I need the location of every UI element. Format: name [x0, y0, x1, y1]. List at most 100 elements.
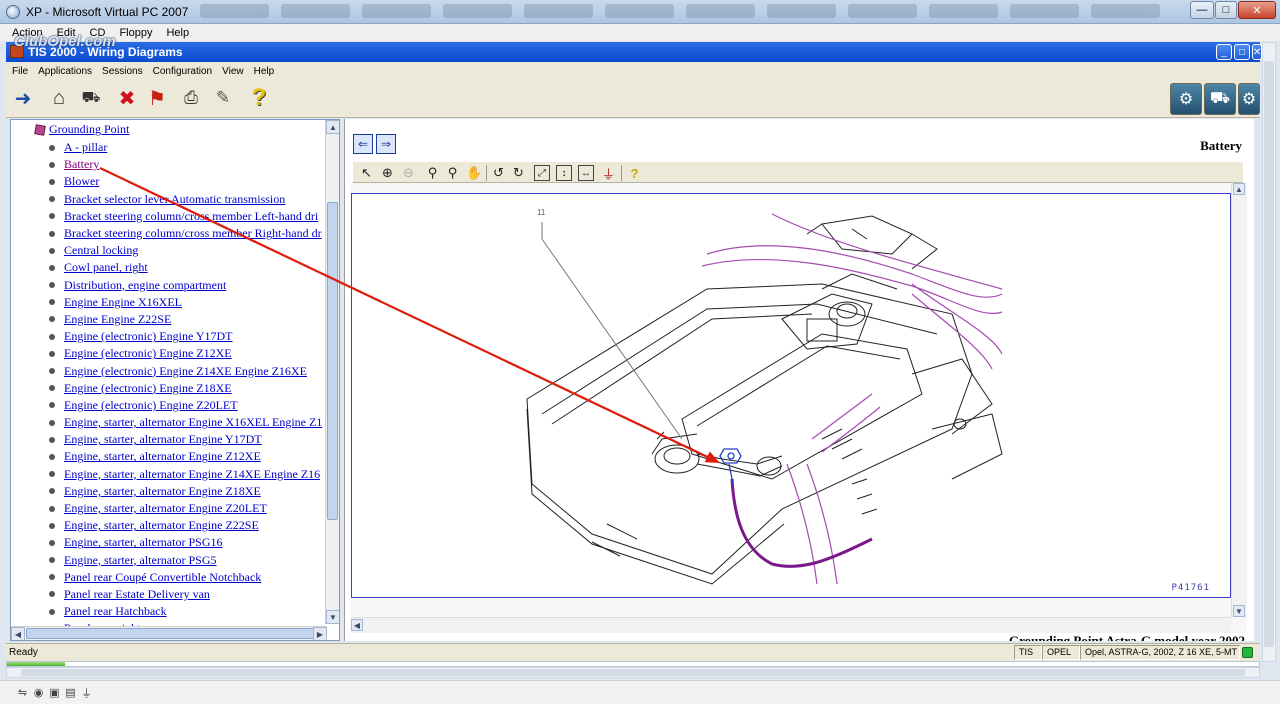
vehicle-icon[interactable]: ⛟ [1204, 83, 1236, 115]
tree-item-link[interactable]: Engine (electronic) Engine Z18XE [64, 381, 232, 396]
tree-item[interactable]: Distribution, engine compartment [49, 277, 325, 294]
tree-item-link[interactable]: Panel rear Coupé Convertible Notchback [64, 570, 261, 585]
menu-file[interactable]: File [12, 66, 28, 77]
menu-view[interactable]: View [222, 66, 244, 77]
tree-item-link[interactable]: Engine Engine X16XEL [64, 295, 182, 310]
tree-item-link[interactable]: Engine, starter, alternator Engine X16XE… [64, 415, 322, 430]
zoom-out-icon[interactable]: ⊖ [399, 164, 418, 182]
tree-item-link[interactable]: Engine, starter, alternator Engine Z20LE… [64, 501, 267, 516]
tree-item[interactable]: Bracket selector lever Automatic transmi… [49, 191, 325, 208]
tree-item-link[interactable]: Bracket selector lever Automatic transmi… [64, 192, 285, 207]
tree-item[interactable]: Panel rear Coupé Convertible Notchback [49, 569, 325, 586]
app-maximize-button[interactable]: □ [1234, 44, 1250, 60]
host-vertical-scrollbar[interactable] [1262, 42, 1276, 662]
tree-item[interactable]: Engine, starter, alternator PSG16 [49, 534, 325, 551]
tree-item[interactable]: Battery [49, 156, 325, 173]
scroll-right-arrow[interactable]: ▶ [313, 627, 327, 640]
scroll-down-arrow[interactable]: ▼ [326, 610, 339, 624]
floppy-icon[interactable]: ▣ [48, 686, 61, 699]
scroll-up-arrow[interactable]: ▲ [1233, 183, 1245, 195]
host-menu-help[interactable]: Help [166, 27, 189, 39]
tree-item-link[interactable]: Cowl panel, right [64, 260, 148, 275]
home-icon[interactable]: ⌂ [46, 85, 72, 111]
zoom-in-icon[interactable]: ⊕ [378, 164, 397, 182]
tree-item[interactable]: Engine, starter, alternator PSG5 [49, 552, 325, 569]
scroll-left-arrow[interactable]: ◀ [351, 619, 363, 631]
host-maximize-button[interactable]: □ [1215, 1, 1237, 19]
tree-item[interactable]: Blower [49, 173, 325, 190]
grounding-icon[interactable]: ⏚ [599, 164, 618, 182]
diagnostics-icon[interactable]: ⚙ [1170, 83, 1202, 115]
tree-item[interactable]: Engine, starter, alternator Engine Z18XE [49, 483, 325, 500]
tree-item-link[interactable]: Engine, starter, alternator Engine Z18XE [64, 484, 261, 499]
scroll-down-arrow[interactable]: ▼ [1233, 605, 1245, 617]
tree-item-link[interactable]: Bracket steering column/cross member Rig… [64, 226, 322, 241]
wiring-diagram[interactable]: 11 P41761 [351, 193, 1231, 598]
menu-configuration[interactable]: Configuration [153, 66, 212, 77]
tree-header[interactable]: Grounding Point [34, 122, 129, 137]
tree-item-link[interactable]: Engine (electronic) Engine Z14XE Engine … [64, 364, 307, 379]
select-icon[interactable]: ↖ [357, 164, 376, 182]
diagram-horizontal-scrollbar[interactable]: ◀ [351, 617, 1231, 633]
host-vscroll-thumb[interactable] [1264, 61, 1274, 647]
scroll-thumb[interactable] [327, 202, 338, 520]
print-icon[interactable]: ⎙ [178, 85, 204, 111]
fit-window-icon[interactable]: ⤢ [534, 165, 550, 181]
tree-item[interactable]: A - pillar [49, 139, 325, 156]
tree-item[interactable]: Cowl panel, right [49, 259, 325, 276]
diagram-help-icon[interactable]: ? [625, 164, 644, 182]
network-icon[interactable]: ⇋ [16, 686, 29, 699]
find-icon[interactable]: ⚲ [423, 164, 442, 182]
tree-item[interactable]: Engine, starter, alternator Engine Z22SE [49, 517, 325, 534]
tree-item-link[interactable]: Engine, starter, alternator Engine Z12XE [64, 449, 261, 464]
tree-vertical-scrollbar[interactable]: ▲ ▼ [325, 120, 339, 624]
rotate-left-icon[interactable]: ↺ [489, 164, 508, 182]
tree-item[interactable]: Bracket steering column/cross member Rig… [49, 225, 325, 242]
scroll-thumb-horizontal[interactable] [26, 628, 316, 639]
tree-item-link[interactable]: Engine, starter, alternator PSG16 [64, 535, 222, 550]
host-menu-floppy[interactable]: Floppy [119, 27, 152, 39]
forward-button[interactable]: ⇒ [376, 134, 396, 154]
tree-item[interactable]: Engine, starter, alternator Engine Z14XE… [49, 466, 325, 483]
tree-item[interactable]: Engine, starter, alternator Engine Z12XE [49, 448, 325, 465]
tree-item[interactable]: Panel rear Estate Delivery van [49, 586, 325, 603]
menu-help[interactable]: Help [254, 66, 275, 77]
tree-item[interactable]: Engine Engine X16XEL [49, 294, 325, 311]
help-icon[interactable]: ? [246, 84, 272, 111]
tree-item-link[interactable]: Bracket steering column/cross member Lef… [64, 209, 318, 224]
host-scroll-thumb[interactable] [21, 669, 1245, 676]
zoom-area-icon[interactable]: ⚲ [443, 164, 462, 182]
tree-item-link[interactable]: Engine (electronic) Engine Z20LET [64, 398, 238, 413]
tree-item[interactable]: Engine, starter, alternator Engine Y17DT [49, 431, 325, 448]
rotate-right-icon[interactable]: ↻ [509, 164, 528, 182]
menu-applications[interactable]: Applications [38, 66, 92, 77]
folder-icon[interactable]: ▤ [64, 686, 77, 699]
tree-item[interactable]: Engine, starter, alternator Engine X16XE… [49, 414, 325, 431]
tree-item-link[interactable]: Engine (electronic) Engine Z12XE [64, 346, 232, 361]
tree-item[interactable]: Bracket steering column/cross member Lef… [49, 208, 325, 225]
tree-item-link[interactable]: Engine, starter, alternator Engine Z22SE [64, 518, 259, 533]
host-close-button[interactable]: ✕ [1238, 1, 1276, 19]
app-minimize-button[interactable]: _ [1216, 44, 1232, 60]
exit-icon[interactable]: ➜ [10, 85, 36, 111]
host-minimize-button[interactable]: — [1190, 1, 1214, 19]
tree-item-link[interactable]: Central locking [64, 243, 138, 258]
tree-item-link[interactable]: Engine (electronic) Engine Y17DT [64, 329, 233, 344]
tree-item-link[interactable]: Engine, starter, alternator Engine Y17DT [64, 432, 262, 447]
vehicle-selection-icon[interactable]: ⛟ [78, 85, 104, 111]
tree-item[interactable]: Panel rear Hatchback [49, 603, 325, 620]
host-horizontal-scrollbar[interactable] [6, 667, 1260, 678]
cancel-icon[interactable]: ✖ [114, 85, 140, 111]
tree-header-label[interactable]: Grounding Point [49, 122, 129, 137]
tree-item-link[interactable]: Panel rear Estate Delivery van [64, 587, 210, 602]
vehicle-programming-icon[interactable]: ⚙ [1238, 83, 1260, 115]
notes-icon[interactable]: ✎ [210, 85, 236, 111]
tree-item-link[interactable]: Distribution, engine compartment [64, 278, 226, 293]
tree-item[interactable]: Engine (electronic) Engine Z12XE [49, 345, 325, 362]
tree-item[interactable]: Engine (electronic) Engine Z18XE [49, 380, 325, 397]
tree-item[interactable]: Engine, starter, alternator Engine Z20LE… [49, 500, 325, 517]
tree-horizontal-scrollbar[interactable]: ◀ ▶ [11, 626, 327, 640]
tree-item[interactable]: Engine (electronic) Engine Z20LET [49, 397, 325, 414]
usb-icon[interactable]: ⏚ [80, 686, 93, 700]
person-icon[interactable]: ⚑ [144, 85, 170, 111]
